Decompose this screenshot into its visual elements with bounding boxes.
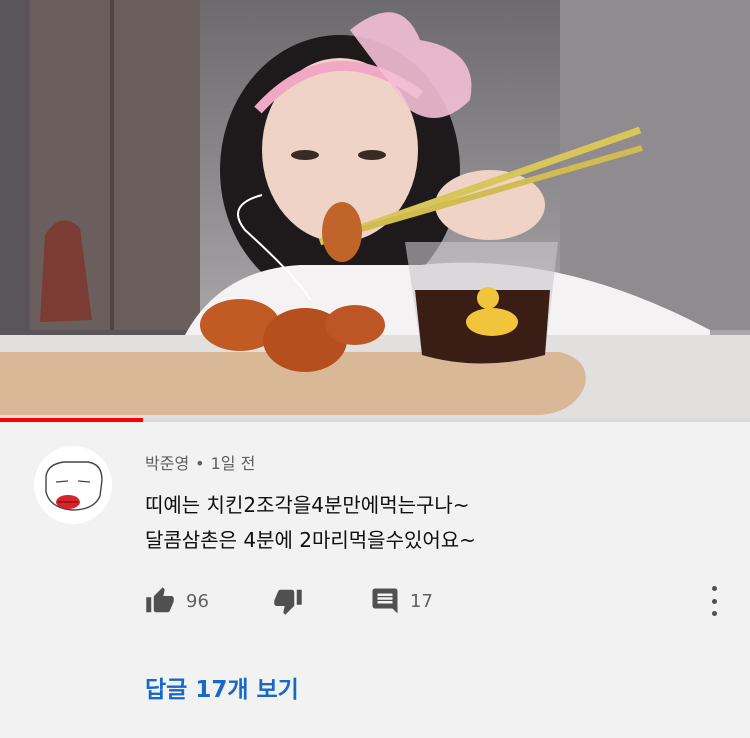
comment-timestamp[interactable]: 1일 전 bbox=[211, 454, 256, 473]
reply-button[interactable]: 17 bbox=[370, 582, 433, 620]
reply-count: 17 bbox=[410, 590, 433, 612]
avatar[interactable] bbox=[34, 446, 112, 524]
comment-meta: 박준영 • 1일 전 bbox=[145, 450, 255, 474]
thumb-up-icon bbox=[146, 587, 174, 613]
meta-separator: • bbox=[195, 454, 205, 473]
thumb-down-icon bbox=[274, 589, 302, 615]
more-vertical-icon-dot bbox=[711, 611, 717, 616]
more-vertical-icon-dot bbox=[711, 598, 717, 604]
video-player[interactable] bbox=[0, 0, 750, 418]
reply-comment-icon bbox=[372, 588, 398, 614]
like-count: 96 bbox=[186, 590, 209, 612]
comment-line: 달콤삼촌은 4분에 2마리먹을수있어요~ bbox=[145, 528, 476, 552]
like-button[interactable]: 96 bbox=[144, 582, 209, 620]
more-vertical-icon-dot bbox=[711, 586, 717, 591]
avatar-face-drawing bbox=[45, 461, 103, 511]
video-progress-bar[interactable] bbox=[0, 418, 750, 422]
comment-line: 띠예는 치킨2조각을4분만에먹는구나~ bbox=[145, 493, 470, 517]
comment-text: 띠예는 치킨2조각을4분만에먹는구나~ 달콤삼촌은 4분에 2마리먹을수있어요~ bbox=[145, 488, 705, 558]
more-options-button[interactable] bbox=[702, 586, 726, 616]
video-frame-image bbox=[0, 0, 750, 418]
video-progress-fill bbox=[0, 418, 143, 422]
view-replies-link[interactable]: 답글 17개 보기 bbox=[145, 670, 299, 704]
comment-author[interactable]: 박준영 bbox=[145, 454, 189, 473]
dislike-button[interactable] bbox=[272, 582, 304, 620]
